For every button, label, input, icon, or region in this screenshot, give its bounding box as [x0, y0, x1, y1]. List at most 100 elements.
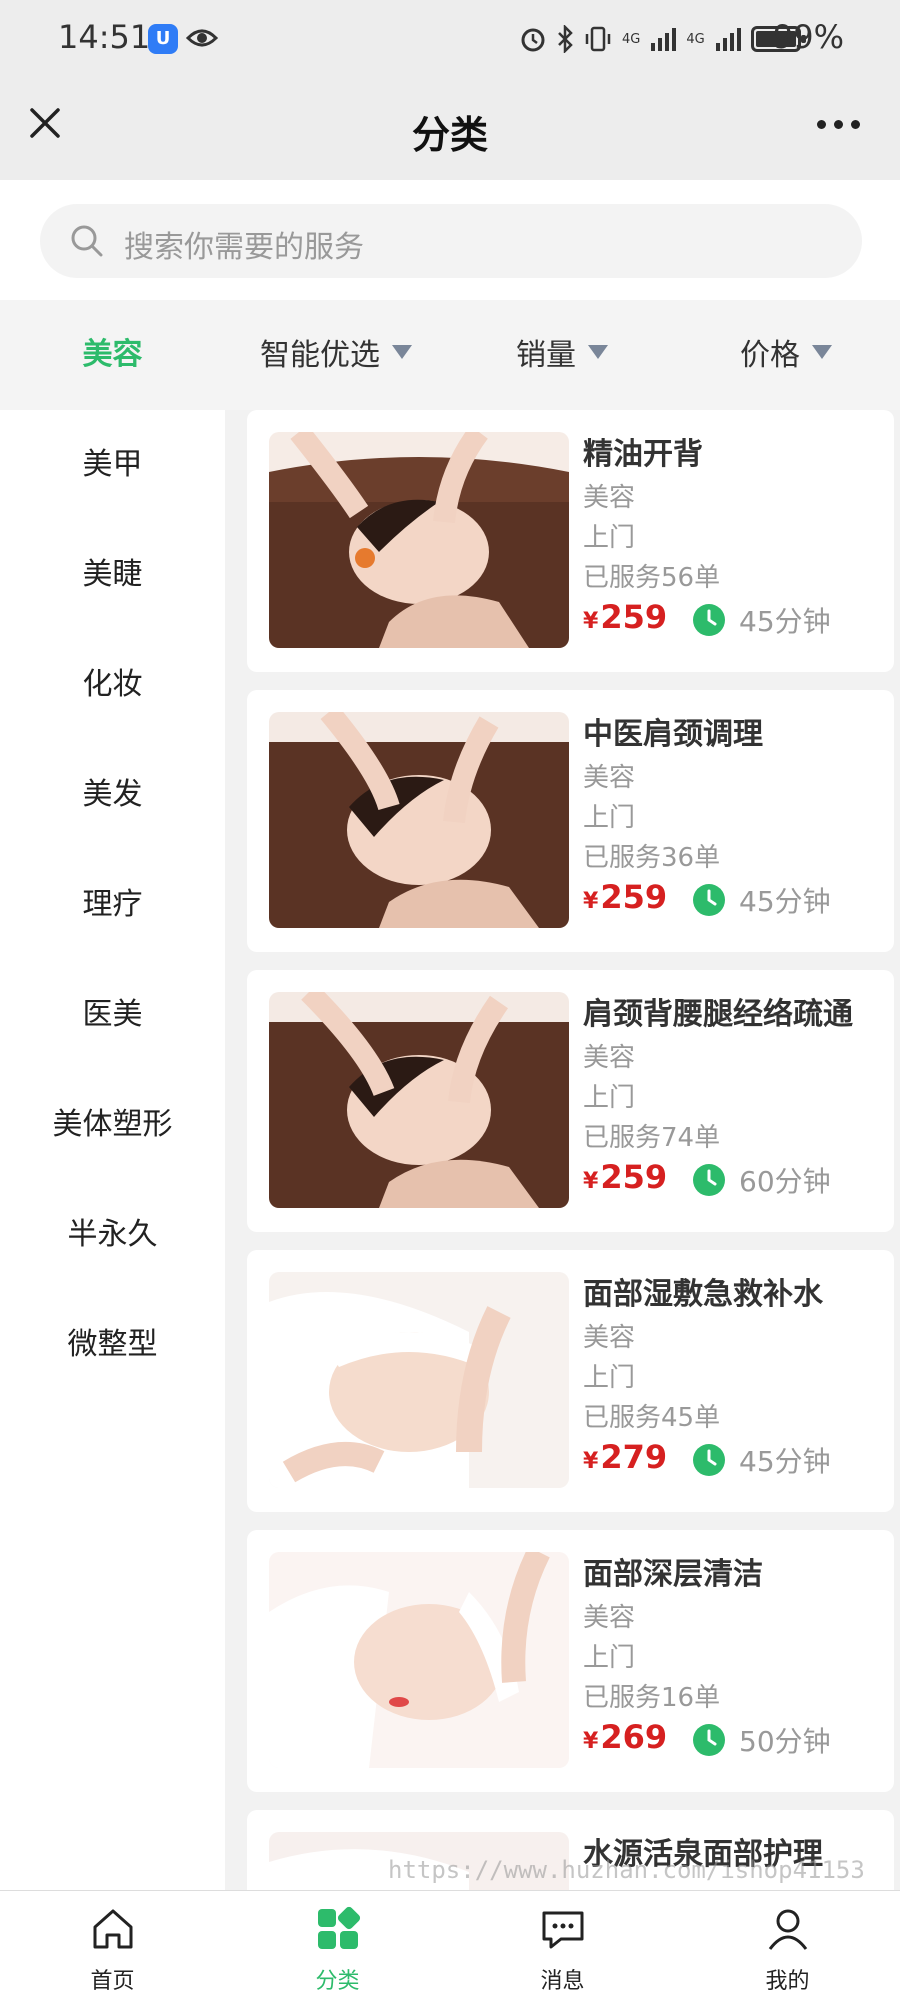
clock-icon: [693, 884, 725, 916]
price-value: 259: [600, 598, 668, 636]
product-category: 美容: [583, 1323, 636, 1353]
page-title: 分类: [411, 113, 488, 157]
product-image: [269, 432, 569, 648]
currency-symbol: ¥: [583, 1729, 599, 1754]
tab-home[interactable]: 首页: [0, 1891, 225, 2000]
more-options-icon[interactable]: [817, 120, 860, 129]
product-duration: 60分钟: [739, 1165, 831, 1198]
product-title: 中医肩颈调理: [583, 717, 763, 752]
product-duration: 45分钟: [739, 605, 831, 638]
price-value: 259: [600, 1158, 668, 1196]
app-notification-icon: U: [148, 24, 178, 54]
product-category: 美容: [583, 483, 636, 513]
user-icon: [768, 1909, 807, 1950]
currency-symbol: ¥: [583, 1449, 599, 1474]
sort-sales[interactable]: 销量: [516, 330, 608, 374]
product-duration: 45分钟: [739, 1445, 831, 1478]
caret-down-icon: [588, 345, 608, 359]
sidebar-item[interactable]: 理疗: [0, 850, 225, 960]
home-icon: [93, 1909, 132, 1949]
product-served: 已服务36单: [583, 843, 721, 873]
watermark: https://www.huzhan.com/ishop41153: [388, 1856, 865, 1884]
tab-category[interactable]: 分类: [225, 1891, 450, 2000]
tab-mine[interactable]: 我的: [675, 1891, 900, 2000]
product-title: 精油开背: [583, 437, 703, 472]
clock-icon: [693, 1444, 725, 1476]
product-duration: 45分钟: [739, 885, 831, 918]
product-card[interactable]: 面部深层清洁 美容 上门 已服务16单 ¥269 50分钟: [247, 1530, 894, 1792]
grid-icon: [317, 1906, 360, 1949]
product-served: 已服务56单: [583, 563, 721, 593]
product-info: 中医肩颈调理 美容 上门 已服务36单 ¥259 45分钟: [583, 712, 884, 922]
price-row: ¥279 45分钟: [583, 1438, 884, 1482]
price-value: 269: [600, 1718, 668, 1756]
search-placeholder: 搜索你需要的服务: [124, 230, 364, 265]
network-label-1: 4G: [622, 31, 641, 47]
product-category: 美容: [583, 1603, 636, 1633]
product-mode: 上门: [583, 523, 636, 553]
product-price: ¥279: [583, 1438, 667, 1476]
product-category: 美容: [583, 1043, 636, 1073]
sidebar-item[interactable]: 美发: [0, 740, 225, 850]
sidebar-item[interactable]: 美睫: [0, 520, 225, 630]
price-row: ¥259 60分钟: [583, 1158, 884, 1202]
tab-messages-label: 消息: [540, 1969, 585, 1994]
product-mode: 上门: [583, 1643, 636, 1673]
product-served: 已服务45单: [583, 1403, 721, 1433]
eye-icon: [186, 29, 218, 47]
battery-percent: 99%: [772, 18, 844, 56]
bluetooth-icon: [558, 25, 573, 53]
sidebar-item[interactable]: 半永久: [0, 1180, 225, 1290]
clock-icon: [693, 1164, 725, 1196]
product-card[interactable]: 中医肩颈调理 美容 上门 已服务36单 ¥259 45分钟: [247, 690, 894, 952]
sidebar-item[interactable]: 化妆: [0, 630, 225, 740]
status-time: 14:51: [58, 18, 151, 56]
search-icon: [71, 225, 103, 257]
tab-home-label: 首页: [90, 1969, 135, 1994]
caret-down-icon: [392, 345, 412, 359]
product-info: 面部深层清洁 美容 上门 已服务16单 ¥269 50分钟: [583, 1552, 884, 1762]
product-price: ¥259: [583, 1158, 667, 1196]
product-category: 美容: [583, 763, 636, 793]
sort-sales-label: 销量: [516, 338, 576, 373]
sidebar-item[interactable]: 美体塑形: [0, 1070, 225, 1180]
sort-price-label: 价格: [740, 338, 800, 373]
product-info: 面部湿敷急救补水 美容 上门 已服务45单 ¥279 45分钟: [583, 1272, 884, 1482]
tab-mine-label: 我的: [765, 1969, 810, 1994]
currency-symbol: ¥: [583, 889, 599, 914]
network-label-2: 4G: [686, 31, 705, 47]
sidebar-item[interactable]: 医美: [0, 960, 225, 1070]
price-row: ¥259 45分钟: [583, 598, 884, 642]
category-active[interactable]: 美容: [0, 300, 225, 410]
price-row: ¥269 50分钟: [583, 1718, 884, 1762]
product-title: 面部深层清洁: [583, 1557, 763, 1592]
product-served: 已服务74单: [583, 1123, 721, 1153]
tab-messages[interactable]: 消息: [450, 1891, 675, 2000]
alarm-icon: [521, 28, 545, 52]
message-icon: [542, 1911, 583, 1949]
product-card[interactable]: 精油开背 美容 上门 已服务56单 ¥259 45分钟: [247, 410, 894, 672]
status-icons: 4G 4G: [520, 22, 806, 56]
product-card[interactable]: 肩颈背腰腿经络疏通 美容 上门 已服务74单 ¥259 60分钟: [247, 970, 894, 1232]
sidebar-item[interactable]: 美甲: [0, 410, 225, 520]
product-price: ¥259: [583, 878, 667, 916]
signal-icon: [651, 28, 677, 51]
sort-smart[interactable]: 智能优选: [260, 330, 412, 374]
signal-icon-2: [715, 28, 741, 51]
product-card[interactable]: 面部湿敷急救补水 美容 上门 已服务45单 ¥279 45分钟: [247, 1250, 894, 1512]
category-sidebar: 美甲 美睫 化妆 美发 理疗 医美 美体塑形 半永久 微整型: [0, 410, 225, 1890]
price-value: 259: [600, 878, 668, 916]
caret-down-icon: [812, 345, 832, 359]
product-image: [269, 992, 569, 1208]
product-image: [269, 1552, 569, 1768]
product-info: 精油开背 美容 上门 已服务56单 ¥259 45分钟: [583, 432, 884, 642]
product-title: 肩颈背腰腿经络疏通: [583, 997, 853, 1032]
tab-category-label: 分类: [315, 1969, 360, 1994]
product-duration: 50分钟: [739, 1725, 831, 1758]
sidebar-item[interactable]: 微整型: [0, 1290, 225, 1400]
status-bar: 14:51 U 4G 4G 99%: [0, 0, 900, 80]
sort-price[interactable]: 价格: [740, 330, 832, 374]
search-input[interactable]: 搜索你需要的服务: [40, 204, 862, 278]
currency-symbol: ¥: [583, 609, 599, 634]
tab-bar: 首页 分类 消息 我的: [0, 1890, 900, 2000]
